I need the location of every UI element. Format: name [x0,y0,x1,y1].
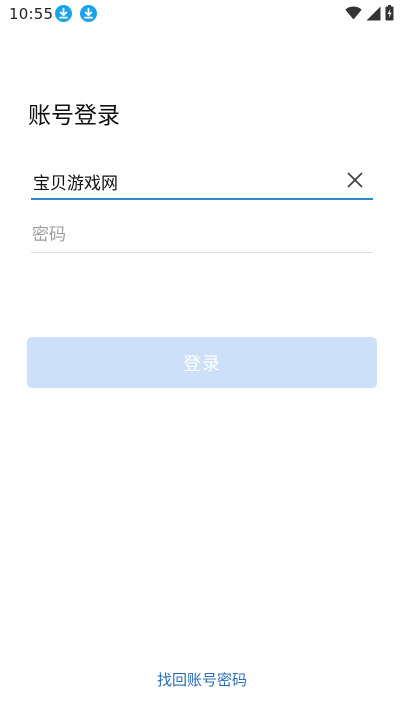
battery-charging-icon [385,5,394,21]
download-icon [55,5,72,22]
status-indicators [345,5,394,21]
recover-account-link[interactable]: 找回账号密码 [0,669,404,690]
password-input[interactable] [32,221,362,249]
wifi-icon [345,6,362,20]
signal-icon [366,6,381,20]
status-bar: 10:55 [0,0,404,28]
account-field [31,166,373,200]
page-title: 账号登录 [28,103,120,129]
download-icon [80,5,97,22]
close-icon[interactable] [347,172,363,188]
account-input[interactable] [33,167,333,195]
password-field [31,220,373,253]
login-button[interactable]: 登录 [27,337,377,388]
status-time: 10:55 [9,5,54,23]
